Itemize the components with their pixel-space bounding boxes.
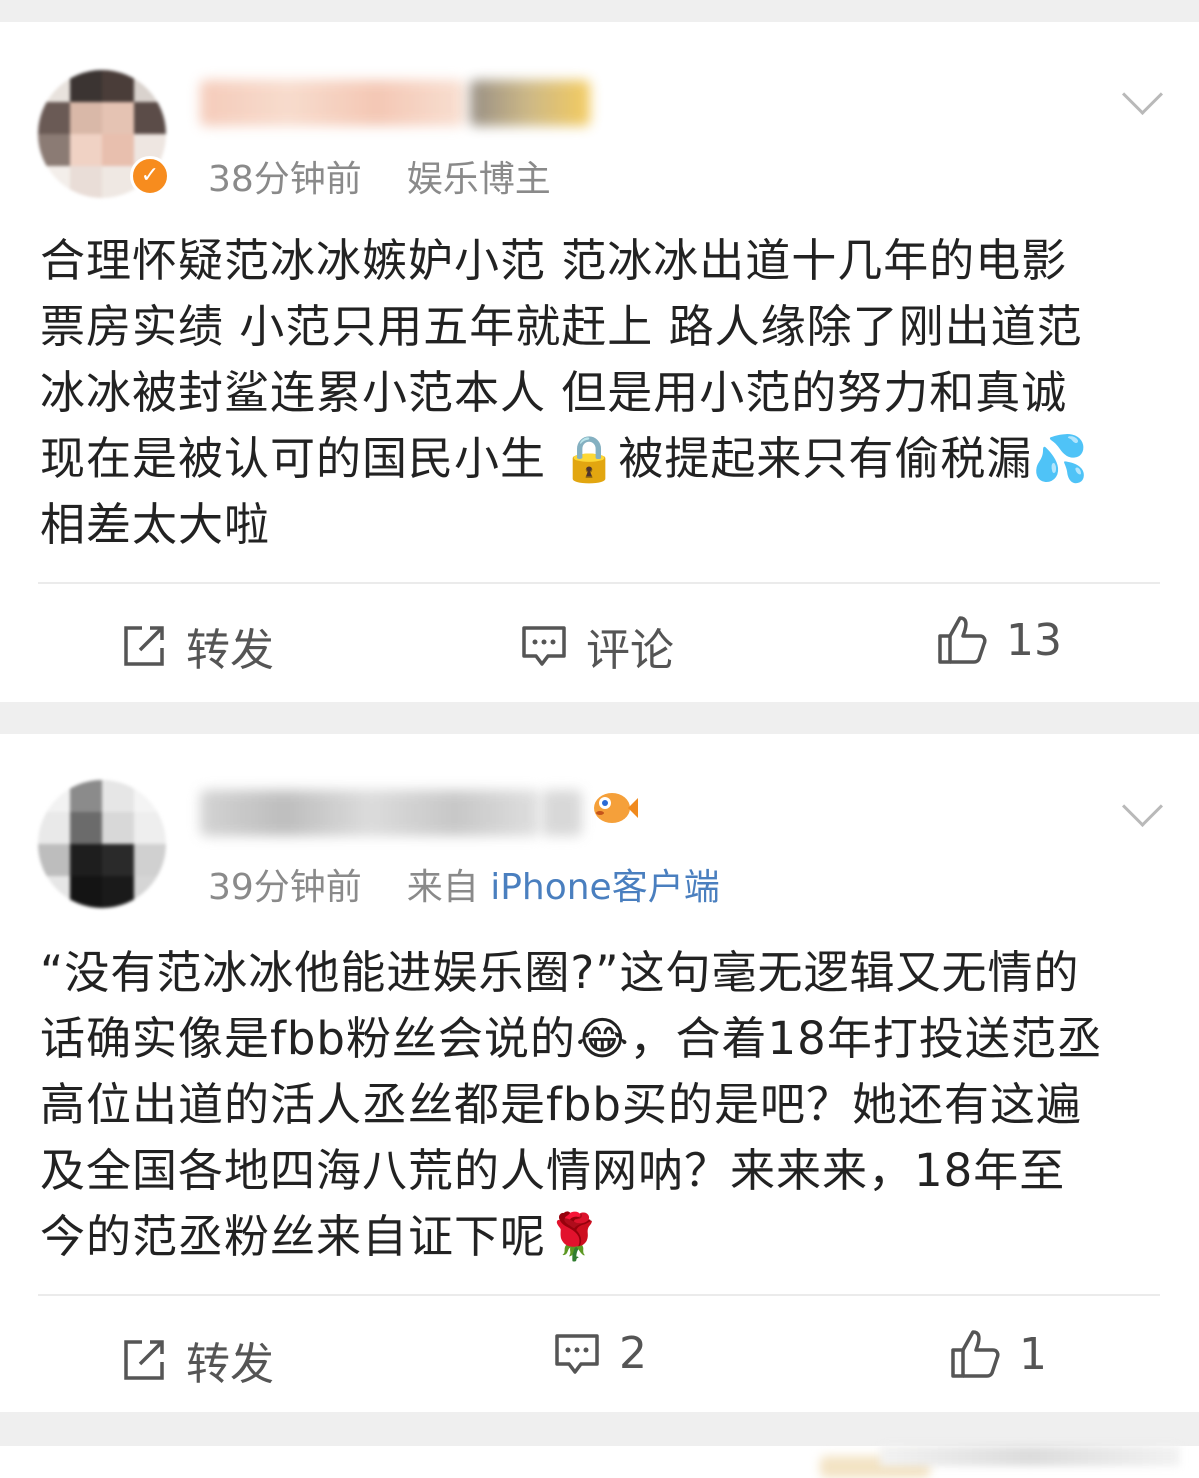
like-button[interactable]: 13: [936, 614, 1062, 666]
feed-gap: [0, 702, 1199, 734]
post-text-line: “没有范冰冰他能进娱乐圈?”这句毫无逻辑又无情的: [40, 946, 1080, 999]
username[interactable]: [200, 80, 465, 126]
post-meta: 38分钟前 娱乐博主: [208, 150, 551, 202]
username[interactable]: [200, 790, 540, 836]
repost-label: 转发: [186, 1339, 274, 1390]
post-card: [0, 1446, 1199, 1478]
comment-label: 评论: [586, 625, 674, 676]
comment-icon: [555, 1333, 599, 1374]
post-text-line: 合理怀疑范冰冰嫉妒小范 范冰冰出道十几年的电影: [40, 234, 1068, 287]
like-count: 1: [1019, 1328, 1047, 1380]
post-text: 合理怀疑范冰冰嫉妒小范 范冰冰出道十几年的电影 票房实绩 小范只用五年就赶上 路…: [40, 228, 1165, 558]
post-time: 39分钟前: [208, 867, 362, 908]
divider: [38, 1294, 1160, 1296]
fish-emoji-icon: [590, 786, 638, 830]
user-badge-icon: [470, 80, 590, 126]
repost-icon: [124, 1340, 164, 1380]
post-text-line: 现在是被认可的国民小生 🔒被提起来只有偷税漏💦: [40, 432, 1090, 485]
post-text-line: 今的范丞粉丝来自证下呢🌹: [40, 1210, 604, 1263]
post-card: 39分钟前 来自 iPhone客户端 “没有范冰冰他能进娱乐圈?”这句毫无逻辑又…: [0, 734, 1199, 1412]
post-text-line: 话确实像是fbb粉丝会说的😂，合着18年打投送范丞: [40, 1012, 1103, 1065]
comment-icon: [522, 626, 566, 666]
post-text-line: 相差太大啦: [40, 498, 271, 551]
thumbs-up-icon: [938, 616, 987, 664]
like-count: 13: [1006, 614, 1062, 666]
post-text-line: 票房实绩 小范只用五年就赶上 路人缘除了刚出道范: [40, 300, 1083, 353]
repost-label: 转发: [186, 625, 274, 676]
feed-gap: [0, 0, 1199, 22]
verified-badge-icon: ✓: [130, 156, 170, 196]
comment-button[interactable]: 2: [553, 1328, 647, 1379]
source-prefix: 来自: [406, 867, 479, 908]
post-card: ✓ 38分钟前 娱乐博主 合理怀疑范冰冰嫉妒小范 范冰冰出道十几年的电影 票房实…: [0, 22, 1199, 702]
avatar[interactable]: [38, 780, 166, 908]
post-text-line: 高位出道的活人丞丝都是fbb买的是吧？她还有这遍: [40, 1078, 1082, 1131]
comment-button[interactable]: 评论: [520, 614, 674, 678]
feed-gap: [0, 1412, 1199, 1446]
like-button[interactable]: 1: [949, 1328, 1047, 1380]
user-badge-icon: [542, 790, 582, 836]
post-text: “没有范冰冰他能进娱乐圈?”这句毫无逻辑又无情的 话确实像是fbb粉丝会说的😂，…: [40, 940, 1165, 1270]
repost-button[interactable]: 转发: [120, 1328, 274, 1392]
repost-icon: [124, 626, 164, 666]
source-link[interactable]: iPhone客户端: [490, 867, 720, 908]
post-text-line: 冰冰被封鲨连累小范本人 但是用小范的努力和真诚: [40, 366, 1068, 419]
thumbs-up-icon: [951, 1330, 1000, 1378]
chevron-down-icon[interactable]: [1121, 73, 1164, 116]
repost-button[interactable]: 转发: [120, 614, 274, 678]
chevron-down-icon[interactable]: [1121, 785, 1164, 828]
post-time: 38分钟前: [208, 159, 362, 200]
user-tag: 娱乐博主: [406, 159, 551, 200]
divider: [38, 582, 1160, 584]
comment-count: 2: [619, 1328, 647, 1379]
partial-content: [880, 1446, 1180, 1466]
post-text-line: 及全国各地四海八荒的人情网呐？来来来，18年至: [40, 1144, 1066, 1197]
post-meta: 39分钟前 来自 iPhone客户端: [208, 858, 720, 910]
